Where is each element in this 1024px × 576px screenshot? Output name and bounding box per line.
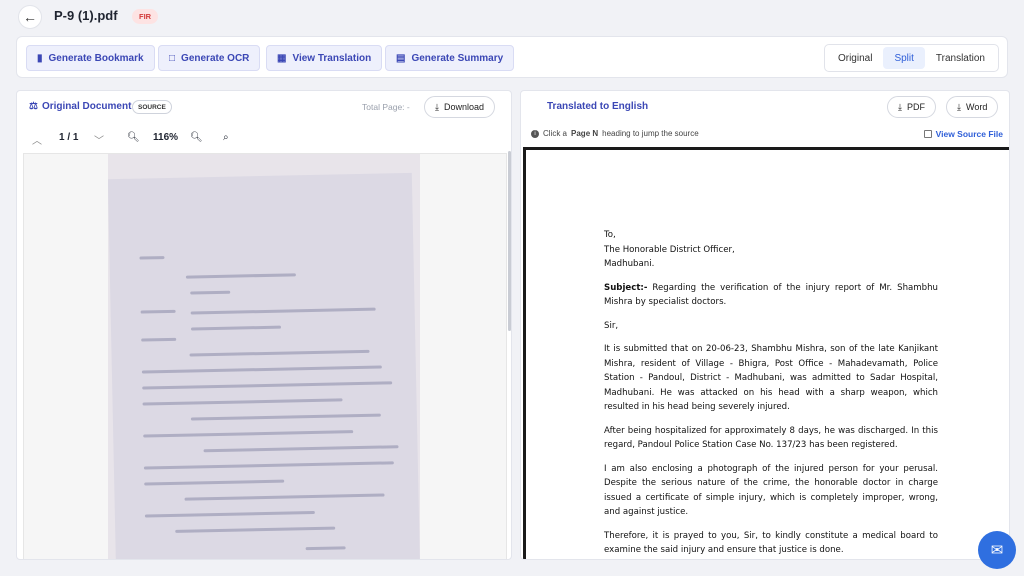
jump-hint: i Click a Page N heading to jump the sou… (531, 129, 699, 138)
zoom-out-icon[interactable]: 🔍︎ (127, 132, 140, 143)
view-mode-switch: Original Split Translation (823, 44, 999, 72)
download-button[interactable]: ⤓ Download (424, 96, 496, 118)
original-document-title: ⚖ Original Document (29, 101, 131, 112)
letter-address-line1: The Honorable District Officer, (604, 244, 735, 255)
letter-paragraph-3: I am also enclosing a photograph of the … (604, 463, 938, 518)
checkbox-icon[interactable] (923, 130, 932, 138)
source-badge: SOURCE (132, 100, 172, 114)
file-name: P-9 (1).pdf (54, 8, 118, 23)
case-type-badge: FIR (132, 9, 159, 24)
bookmark-icon: ▮ (37, 52, 43, 64)
prev-page-icon[interactable]: ︿ (32, 132, 42, 147)
hint-suffix: heading to jump the source (602, 129, 699, 138)
letter-paragraph-2: After being hospitalized for approximate… (604, 425, 938, 451)
generate-ocr-button[interactable]: □ Generate OCR (158, 45, 261, 71)
generate-ocr-label: Generate OCR (181, 52, 250, 64)
viewer-scrollbar[interactable] (508, 151, 511, 331)
generate-summary-label: Generate Summary (411, 52, 504, 64)
subject-label: Subject:- (604, 282, 648, 293)
word-export-button[interactable]: ⤓ Word (946, 96, 999, 118)
info-icon: i (531, 129, 539, 138)
letter-paragraph-4: Therefore, it is prayed to you, Sir, to … (604, 530, 938, 556)
view-translation-tab[interactable]: Translation (925, 47, 996, 69)
translation-panel: Translated to English ⤓ PDF ⤓ Word i Cli… (520, 90, 1010, 560)
pdf-viewer[interactable] (23, 153, 507, 559)
view-source-label: View Source File (935, 129, 1003, 139)
download-icon: ⤓ (898, 101, 902, 112)
generate-bookmark-label: Generate Bookmark (48, 52, 144, 64)
word-label: Word (965, 102, 988, 112)
generate-bookmark-button[interactable]: ▮ Generate Bookmark (26, 45, 155, 71)
chat-icon[interactable]: ✉ (978, 531, 1016, 569)
translate-icon: ▦ (277, 52, 287, 64)
hint-bold: Page N (571, 129, 599, 138)
letter-address-line2: Madhubani. (604, 259, 655, 269)
translated-document: To, The Honorable District Officer, Madh… (523, 147, 1009, 559)
subject-text: Regarding the verification of the injury… (604, 282, 938, 308)
generate-summary-button[interactable]: ▤ Generate Summary (385, 45, 515, 71)
view-translation-button[interactable]: ▦ View Translation (266, 45, 383, 71)
view-original-tab[interactable]: Original (827, 47, 883, 69)
ocr-icon: □ (169, 52, 176, 64)
letter-to: To, (604, 230, 616, 240)
zoom-level: 116% (153, 132, 179, 143)
letter-subject: Subject:- Regarding the verification of … (604, 281, 938, 310)
translated-title: Translated to English (547, 101, 649, 112)
back-arrow-icon[interactable]: ← (18, 5, 42, 29)
hint-prefix: Click a (543, 129, 568, 138)
letter-salutation: Sir, (604, 320, 619, 331)
download-label: Download (443, 102, 485, 112)
summary-icon: ▤ (396, 52, 406, 64)
translated-letter: To, The Honorable District Officer, Madh… (604, 228, 938, 559)
search-icon[interactable]: ⌕ (223, 132, 229, 143)
scanned-page-image (108, 154, 420, 559)
action-toolbar: ▮ Generate Bookmark □ Generate OCR ▦ Vie… (16, 36, 1008, 78)
letter-paragraph-1: It is submitted that on 20-06-23, Shambh… (604, 344, 938, 412)
download-icon: ⤓ (435, 101, 439, 112)
original-document-label: Original Document (41, 101, 132, 112)
top-bar: ← P-9 (1).pdf FIR (0, 0, 1024, 34)
zoom-in-icon[interactable]: 🔍︎ (190, 132, 203, 143)
view-split-tab[interactable]: Split (883, 47, 925, 69)
total-page-text: Total Page: - (362, 102, 410, 112)
view-source-file-toggle[interactable]: View Source File (923, 129, 1003, 139)
next-page-icon[interactable]: ﹀ (94, 132, 104, 147)
handwritten-letter-image (108, 172, 420, 559)
page-indicator: 1 / 1 (59, 132, 79, 143)
original-document-panel: ⚖ Original Document SOURCE Total Page: -… (16, 90, 512, 560)
download-icon: ⤓ (957, 101, 961, 112)
scale-icon: ⚖ (29, 101, 38, 112)
pdf-label: PDF (906, 102, 925, 112)
pdf-controls: ︿ 1 / 1 ﹀ 🔍︎ 116% 🔍︎ ⌕ (17, 125, 511, 151)
pdf-export-button[interactable]: ⤓ PDF (887, 96, 936, 118)
view-translation-label: View Translation (292, 52, 372, 64)
